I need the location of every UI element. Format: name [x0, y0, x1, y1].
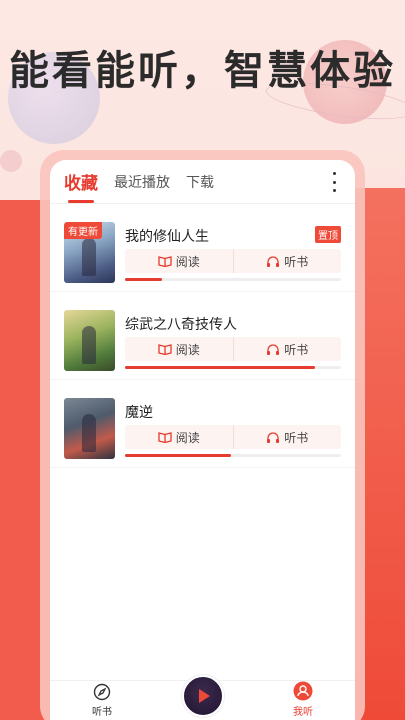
listen-label: 听书 — [284, 342, 309, 357]
play-button[interactable] — [182, 675, 224, 717]
compass-icon — [93, 683, 111, 701]
read-progress-bar — [125, 454, 341, 457]
book-title[interactable]: 魔逆 — [125, 402, 153, 422]
book-open-icon — [158, 344, 172, 355]
book-actions: 阅读 听书 — [125, 337, 341, 361]
tab-recent[interactable]: 最近播放 — [114, 172, 170, 192]
list-item[interactable]: 有更新 我的修仙人生 置顶 阅读 听书 — [50, 204, 355, 292]
book-open-icon — [158, 432, 172, 443]
listen-button[interactable]: 听书 — [232, 425, 342, 449]
user-icon — [293, 681, 313, 701]
read-label: 阅读 — [175, 342, 200, 357]
progress-fill — [125, 278, 162, 281]
book-title[interactable]: 综武之八奇技传人 — [125, 314, 237, 334]
listen-button[interactable]: 听书 — [232, 249, 342, 273]
progress-fill — [125, 454, 231, 457]
book-cover[interactable]: 有更新 — [64, 222, 115, 283]
read-button[interactable]: 阅读 — [125, 425, 233, 449]
progress-fill — [125, 366, 316, 369]
phone-screen: 收藏 最近播放 下载 有更新 我的修仙人生 置顶 阅读 听书 综武之八奇技传人 … — [50, 160, 355, 720]
update-badge: 有更新 — [64, 222, 102, 239]
nav-listen-books-label: 听书 — [92, 707, 112, 718]
nav-my-listening[interactable]: 我听 — [293, 681, 313, 718]
listen-label: 听书 — [284, 430, 309, 445]
book-cover[interactable] — [64, 398, 115, 459]
read-label: 阅读 — [175, 254, 200, 269]
book-cover[interactable] — [64, 310, 115, 371]
book-open-icon — [158, 256, 172, 267]
book-actions: 阅读 听书 — [125, 425, 341, 449]
play-icon — [199, 689, 210, 703]
list-item[interactable]: 魔逆 阅读 听书 — [50, 380, 355, 468]
nav-listen-books[interactable]: 听书 — [92, 683, 112, 718]
headphones-icon — [267, 255, 280, 267]
headphones-icon — [267, 343, 280, 355]
slogan-heading: 能看能听，智慧体验 — [9, 48, 396, 94]
read-button[interactable]: 阅读 — [125, 337, 233, 361]
listen-button[interactable]: 听书 — [232, 337, 342, 361]
list-item[interactable]: 综武之八奇技传人 阅读 听书 — [50, 292, 355, 380]
read-progress-bar — [125, 366, 341, 369]
book-title[interactable]: 我的修仙人生 — [125, 226, 209, 246]
more-vertical-icon[interactable] — [327, 172, 341, 192]
book-actions: 阅读 听书 — [125, 249, 341, 273]
tab-downloads[interactable]: 下载 — [186, 172, 214, 192]
listen-label: 听书 — [284, 254, 309, 269]
pinned-badge: 置顶 — [315, 226, 341, 243]
tab-favorites[interactable]: 收藏 — [64, 169, 98, 203]
headphones-icon — [267, 431, 280, 443]
tab-bar: 收藏 最近播放 下载 — [50, 160, 355, 204]
read-label: 阅读 — [175, 430, 200, 445]
dot-decoration — [0, 150, 22, 172]
read-progress-bar — [125, 278, 341, 281]
nav-my-listening-label: 我听 — [293, 707, 313, 718]
read-button[interactable]: 阅读 — [125, 249, 233, 273]
